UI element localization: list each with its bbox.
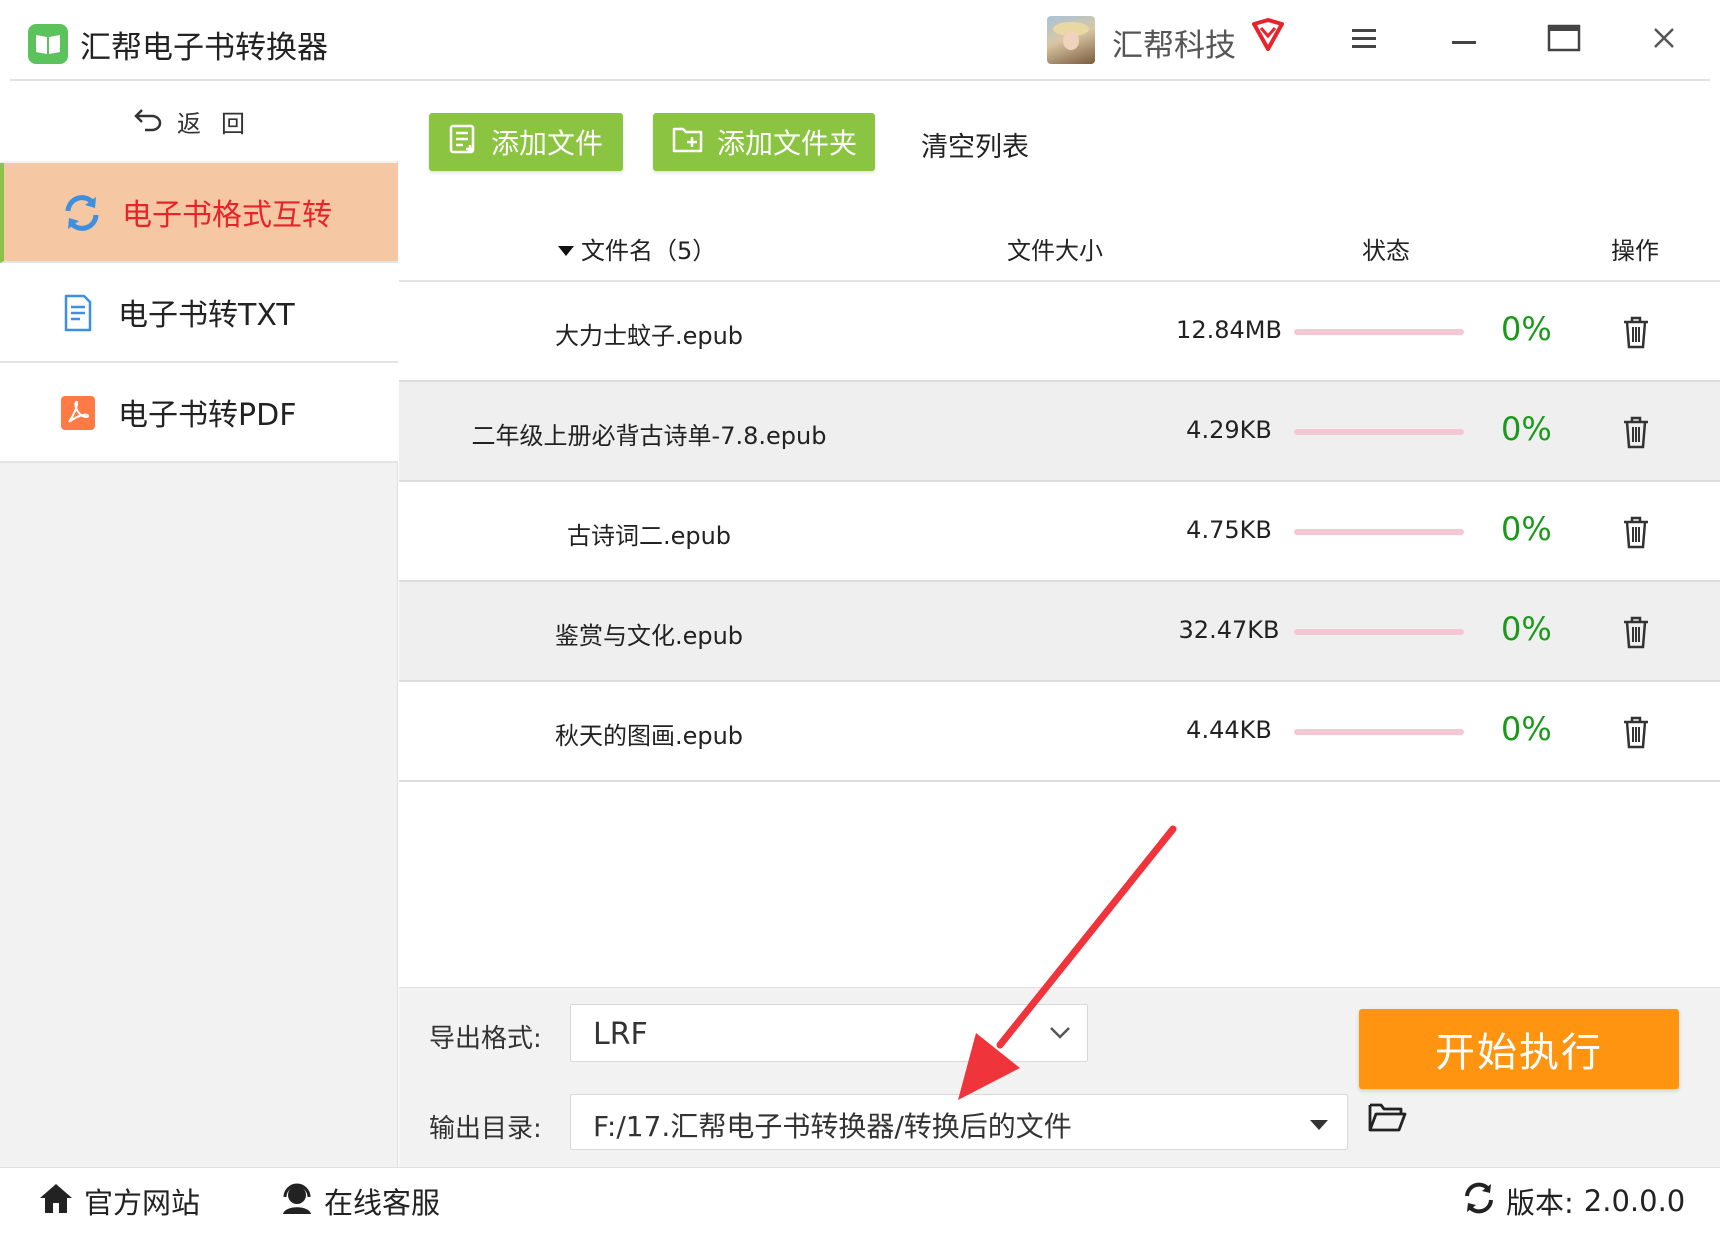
add-folder-icon bbox=[671, 123, 705, 162]
minimize-icon bbox=[1451, 31, 1477, 50]
add-file-icon bbox=[447, 123, 479, 162]
folder-open-icon[interactable] bbox=[1367, 1100, 1407, 1136]
add-file-button[interactable]: 添加文件 bbox=[429, 113, 623, 171]
progress-bar bbox=[1294, 429, 1464, 435]
close-button[interactable] bbox=[1642, 18, 1686, 62]
export-format-select[interactable]: LRF bbox=[570, 1004, 1088, 1062]
file-name: 古诗词二.epub bbox=[566, 522, 732, 550]
file-name: 二年级上册必背古诗单-7.8.epub bbox=[471, 422, 827, 450]
sidebar-item-to-txt[interactable]: 电子书转TXT bbox=[0, 263, 398, 363]
add-folder-label: 添加文件夹 bbox=[717, 127, 858, 160]
output-dir-value: F:/17.汇帮电子书转换器/转换后的文件 bbox=[593, 1110, 1072, 1143]
maximize-icon bbox=[1547, 24, 1581, 56]
sidebar-item-label: 电子书转TXT bbox=[118, 298, 295, 333]
trash-icon[interactable] bbox=[1621, 515, 1651, 549]
file-name: 秋天的图画.epub bbox=[554, 722, 744, 750]
progress-bar bbox=[1294, 529, 1464, 535]
hamburger-icon bbox=[1351, 27, 1377, 53]
version-info[interactable]: 版本: 2.0.0.0 bbox=[1462, 1180, 1685, 1222]
file-size: 4.29KB bbox=[1186, 416, 1272, 444]
column-header-size: 文件大小 bbox=[1007, 237, 1103, 265]
online-support-link[interactable]: 在线客服 bbox=[280, 1180, 440, 1222]
title-bar: 汇帮电子书转换器 汇帮科技 bbox=[0, 0, 1720, 81]
file-name: 大力士蚊子.epub bbox=[554, 322, 744, 350]
sidebar-item-label: 电子书转PDF bbox=[118, 398, 297, 433]
caret-down-icon bbox=[1309, 1116, 1329, 1135]
document-icon bbox=[58, 293, 98, 333]
table-row[interactable]: 秋天的图画.epub 4.44KB 0% bbox=[399, 682, 1720, 782]
online-support-label: 在线客服 bbox=[324, 1186, 441, 1220]
progress-bar bbox=[1294, 329, 1464, 335]
trash-icon[interactable] bbox=[1621, 615, 1651, 649]
output-dir-select[interactable]: F:/17.汇帮电子书转换器/转换后的文件 bbox=[570, 1094, 1348, 1150]
add-folder-button[interactable]: 添加文件夹 bbox=[653, 113, 875, 171]
menu-button[interactable] bbox=[1342, 18, 1386, 62]
table-row[interactable]: 古诗词二.epub 4.75KB 0% bbox=[399, 482, 1720, 582]
trash-icon[interactable] bbox=[1621, 715, 1651, 749]
file-name: 鉴赏与文化.epub bbox=[554, 622, 744, 650]
user-name[interactable]: 汇帮科技 bbox=[1112, 20, 1236, 65]
progress-bar bbox=[1294, 629, 1464, 635]
sidebar-item-label: 电子书格式互转 bbox=[122, 198, 332, 233]
headset-icon bbox=[280, 1181, 314, 1222]
column-header-status: 状态 bbox=[1362, 237, 1410, 265]
status-percent: 0% bbox=[1501, 510, 1552, 548]
maximize-button[interactable] bbox=[1542, 18, 1586, 62]
official-website-link[interactable]: 官方网站 bbox=[38, 1180, 200, 1222]
status-percent: 0% bbox=[1501, 710, 1552, 748]
status-bar: 官方网站 在线客服 版本: 2.0.0.0 bbox=[0, 1167, 1720, 1234]
user-avatar[interactable] bbox=[1047, 16, 1095, 64]
pdf-icon bbox=[58, 393, 98, 433]
trash-icon[interactable] bbox=[1621, 315, 1651, 349]
file-size: 12.84MB bbox=[1176, 316, 1282, 344]
progress-bar bbox=[1294, 729, 1464, 735]
back-label: 返回 bbox=[177, 109, 265, 138]
back-arrow-icon bbox=[133, 106, 163, 136]
main-panel: 添加文件 添加文件夹 清空列表 文件名（5） 文件大小 状态 操作 大力士蚊子.… bbox=[399, 81, 1720, 1167]
sync-icon bbox=[1462, 1181, 1496, 1222]
output-dir-label: 输出目录: bbox=[429, 1114, 542, 1144]
column-header-name[interactable]: 文件名（5） bbox=[557, 231, 716, 266]
file-size: 4.44KB bbox=[1186, 716, 1272, 744]
status-percent: 0% bbox=[1501, 610, 1552, 648]
version-label: 版本: bbox=[1506, 1186, 1574, 1220]
sidebar-item-format-convert[interactable]: 电子书格式互转 bbox=[0, 163, 398, 263]
file-size: 32.47KB bbox=[1178, 616, 1280, 644]
start-button[interactable]: 开始执行 bbox=[1359, 1009, 1679, 1089]
table-row[interactable]: 鉴赏与文化.epub 32.47KB 0% bbox=[399, 582, 1720, 682]
version-value: 2.0.0.0 bbox=[1583, 1184, 1686, 1218]
official-website-label: 官方网站 bbox=[84, 1186, 201, 1220]
back-button[interactable]: 返回 bbox=[0, 81, 398, 161]
export-panel: 导出格式: LRF 输出目录: F:/17.汇帮电子书转换器/转换后的文件 开始… bbox=[399, 987, 1720, 1167]
sort-down-icon bbox=[557, 235, 575, 263]
sidebar-item-to-pdf[interactable]: 电子书转PDF bbox=[0, 363, 398, 463]
table-row[interactable]: 大力士蚊子.epub 12.84MB 0% bbox=[399, 282, 1720, 382]
refresh-icon bbox=[62, 193, 102, 233]
add-file-label: 添加文件 bbox=[491, 127, 604, 160]
chevron-down-icon bbox=[1049, 1025, 1071, 1044]
app-title: 汇帮电子书转换器 bbox=[80, 30, 328, 66]
home-icon bbox=[38, 1181, 74, 1222]
status-percent: 0% bbox=[1501, 410, 1552, 448]
trash-icon[interactable] bbox=[1621, 415, 1651, 449]
book-logo-icon bbox=[28, 24, 68, 64]
export-format-label: 导出格式: bbox=[429, 1024, 542, 1054]
table-row[interactable]: 二年级上册必背古诗单-7.8.epub 4.29KB 0% bbox=[399, 382, 1720, 482]
sidebar: 返回 电子书格式互转 电子书转TXT 电子书转PDF bbox=[0, 81, 398, 1167]
close-icon bbox=[1653, 27, 1675, 53]
column-header-action: 操作 bbox=[1611, 237, 1659, 265]
minimize-button[interactable] bbox=[1442, 18, 1486, 62]
export-format-value: LRF bbox=[593, 1017, 648, 1052]
file-size: 4.75KB bbox=[1186, 516, 1272, 544]
clear-list-button[interactable]: 清空列表 bbox=[921, 125, 1029, 164]
table-header: 文件名（5） 文件大小 状态 操作 bbox=[399, 211, 1720, 282]
status-percent: 0% bbox=[1501, 310, 1552, 348]
vip-diamond-icon[interactable] bbox=[1250, 18, 1286, 56]
column-header-name-label: 文件名（5） bbox=[581, 237, 717, 265]
